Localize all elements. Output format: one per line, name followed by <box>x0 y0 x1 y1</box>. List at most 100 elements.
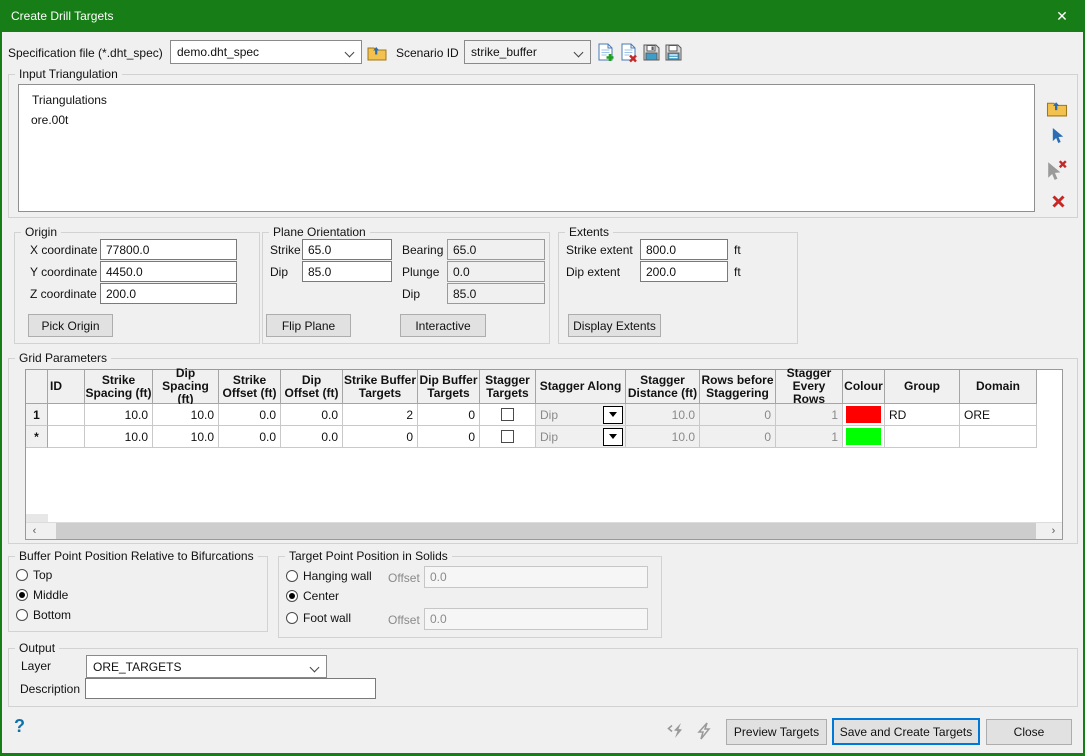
dip-extent-field[interactable] <box>640 261 728 282</box>
row-header[interactable]: * <box>26 426 48 448</box>
title-bar[interactable]: Create Drill Targets ✕ <box>0 0 1085 32</box>
x-coordinate-field[interactable] <box>100 239 237 260</box>
radio-bottom[interactable] <box>16 609 28 621</box>
close-button[interactable]: Close <box>986 719 1072 745</box>
scenario-id-value: strike_buffer <box>471 41 570 63</box>
foot-offset-label: Offset <box>388 613 420 628</box>
cell-dip-offset[interactable]: 0.0 <box>281 426 343 448</box>
extents-title: Extents <box>565 225 613 240</box>
radio-center-label: Center <box>303 589 339 604</box>
stagger-targets-checkbox[interactable] <box>501 430 514 443</box>
help-icon[interactable]: ? <box>14 716 25 737</box>
radio-center[interactable] <box>286 590 298 602</box>
z-coordinate-field[interactable] <box>100 283 237 304</box>
save-as-icon <box>665 44 682 61</box>
row-header[interactable]: 1 <box>26 404 48 426</box>
instant-apply-button[interactable] <box>694 721 714 741</box>
scenario-id-combobox[interactable]: strike_buffer <box>464 40 591 64</box>
cell-stagger-targets <box>480 426 536 448</box>
spec-file-combobox[interactable]: demo.dht_spec <box>170 40 362 64</box>
delete-scenario-button[interactable] <box>619 42 639 63</box>
cell-strike-offset[interactable]: 0.0 <box>219 426 281 448</box>
load-triangulation-button[interactable] <box>1044 96 1070 118</box>
save-scenario-button[interactable] <box>642 43 661 62</box>
flip-plane-button[interactable]: Flip Plane <box>266 314 351 337</box>
strike-field[interactable] <box>302 239 392 260</box>
triangulation-list[interactable]: Triangulations ore.00t <box>18 84 1035 212</box>
col-header-group: Group <box>885 370 960 404</box>
buffer-point-position-title: Buffer Point Position Relative to Bifurc… <box>15 549 258 564</box>
y-coordinate-label: Y coordinate <box>30 265 97 280</box>
y-coordinate-field[interactable] <box>100 261 237 282</box>
cell-group[interactable] <box>885 426 960 448</box>
strike-extent-field[interactable] <box>640 239 728 260</box>
folder-up-icon <box>1046 98 1068 117</box>
cell-dip-offset[interactable]: 0.0 <box>281 404 343 426</box>
scrollbar-corner <box>26 514 48 522</box>
description-field[interactable] <box>85 678 376 699</box>
cell-id[interactable] <box>48 404 85 426</box>
cell-dip-buffer-targets[interactable]: 0 <box>418 426 480 448</box>
interactive-button[interactable]: Interactive <box>400 314 486 337</box>
deselect-triangulation-button[interactable] <box>1044 158 1070 182</box>
dip-extent-label: Dip extent <box>566 265 620 280</box>
colour-swatch[interactable] <box>846 406 881 423</box>
new-scenario-button[interactable] <box>596 42 616 63</box>
triangulation-list-item[interactable]: ore.00t <box>31 111 68 129</box>
display-extents-button[interactable]: Display Extents <box>568 314 661 337</box>
radio-hanging-wall[interactable] <box>286 570 298 582</box>
browse-spec-file-button[interactable] <box>366 41 388 63</box>
horizontal-scrollbar[interactable]: ‹ › <box>26 522 1062 539</box>
cell-stagger-every-rows: 1 <box>776 404 843 426</box>
pick-origin-button[interactable]: Pick Origin <box>28 314 113 337</box>
save-and-create-targets-button[interactable]: Save and Create Targets <box>832 718 980 745</box>
remove-triangulation-button[interactable] <box>1050 193 1067 210</box>
cell-strike-spacing[interactable]: 10.0 <box>85 426 153 448</box>
cell-dip-buffer-targets[interactable]: 0 <box>418 404 480 426</box>
scroll-left-arrow[interactable]: ‹ <box>26 523 43 539</box>
cell-id[interactable] <box>48 426 85 448</box>
cell-domain[interactable]: ORE <box>960 404 1037 426</box>
cell-strike-buffer-targets[interactable]: 0 <box>343 426 418 448</box>
cell-domain[interactable] <box>960 426 1037 448</box>
scrollbar-thumb[interactable] <box>56 523 1036 539</box>
cell-colour <box>843 426 885 448</box>
cell-dip-spacing[interactable]: 10.0 <box>153 426 219 448</box>
dropdown-button[interactable] <box>603 406 623 424</box>
x-coordinate-label: X coordinate <box>30 243 97 258</box>
radio-foot-wall[interactable] <box>286 612 298 624</box>
dip-field[interactable] <box>302 261 392 282</box>
col-header-dip-buffer-targets: Dip Buffer Targets <box>418 370 480 404</box>
open-folder-icon <box>367 43 387 61</box>
description-label: Description <box>20 682 80 697</box>
dropdown-button[interactable] <box>603 428 623 446</box>
stagger-targets-checkbox[interactable] <box>501 408 514 421</box>
select-triangulation-button[interactable] <box>1048 126 1066 146</box>
z-coordinate-label: Z coordinate <box>30 287 97 302</box>
cell-strike-buffer-targets[interactable]: 2 <box>343 404 418 426</box>
radio-middle[interactable] <box>16 589 28 601</box>
cell-dip-spacing[interactable]: 10.0 <box>153 404 219 426</box>
cell-strike-offset[interactable]: 0.0 <box>219 404 281 426</box>
col-header-dip-spacing: Dip Spacing (ft) <box>153 370 219 404</box>
cell-stagger-along[interactable]: Dip <box>536 404 626 426</box>
table-row: 1 10.0 10.0 0.0 0.0 2 0 Dip 10.0 0 1 RD … <box>26 404 1062 426</box>
scroll-right-arrow[interactable]: › <box>1045 523 1062 539</box>
dip-extent-unit: ft <box>734 265 741 280</box>
save-as-scenario-button[interactable] <box>664 43 683 62</box>
document-remove-icon <box>620 43 638 63</box>
close-window-button[interactable]: ✕ <box>1039 0 1085 32</box>
radio-foot-wall-label: Foot wall <box>303 611 351 626</box>
layer-combobox[interactable]: ORE_TARGETS <box>86 655 327 678</box>
apply-on-change-button[interactable] <box>666 721 688 741</box>
cell-stagger-along[interactable]: Dip <box>536 426 626 448</box>
cell-group[interactable]: RD <box>885 404 960 426</box>
colour-swatch[interactable] <box>846 428 881 445</box>
col-header-colour: Colour <box>843 370 885 404</box>
preview-targets-button[interactable]: Preview Targets <box>726 719 827 745</box>
radio-top-label: Top <box>33 568 52 583</box>
target-point-position-title: Target Point Position in Solids <box>285 549 452 564</box>
cell-strike-spacing[interactable]: 10.0 <box>85 404 153 426</box>
dip-label: Dip <box>270 265 288 280</box>
radio-top[interactable] <box>16 569 28 581</box>
